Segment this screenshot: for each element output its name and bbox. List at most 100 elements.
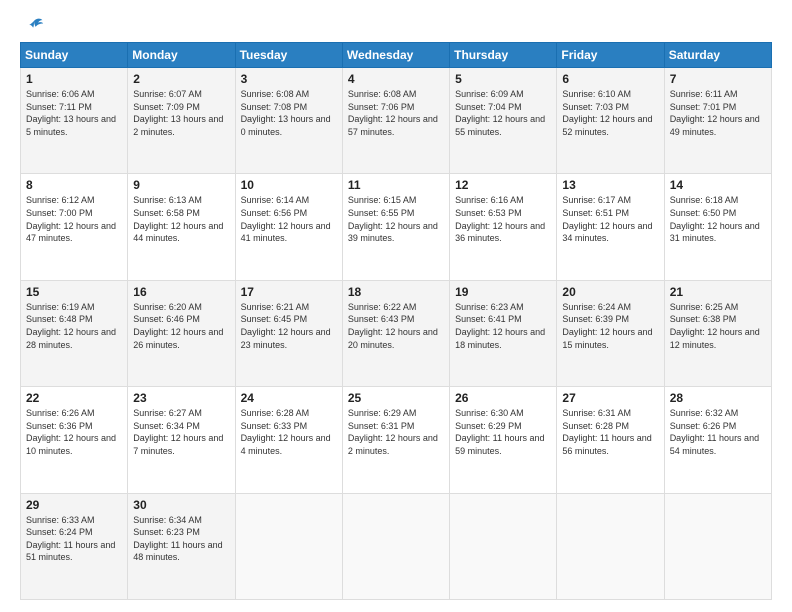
calendar-day-header: Monday: [128, 43, 235, 68]
day-info: Sunrise: 6:26 AMSunset: 6:36 PMDaylight:…: [26, 408, 116, 456]
day-number: 30: [133, 498, 229, 512]
day-info: Sunrise: 6:23 AMSunset: 6:41 PMDaylight:…: [455, 302, 545, 350]
calendar-week-row: 29 Sunrise: 6:33 AMSunset: 6:24 PMDaylig…: [21, 493, 772, 599]
day-info: Sunrise: 6:09 AMSunset: 7:04 PMDaylight:…: [455, 89, 545, 137]
day-info: Sunrise: 6:16 AMSunset: 6:53 PMDaylight:…: [455, 195, 545, 243]
day-number: 24: [241, 391, 337, 405]
calendar-cell: [450, 493, 557, 599]
calendar-cell: 18 Sunrise: 6:22 AMSunset: 6:43 PMDaylig…: [342, 280, 449, 386]
day-info: Sunrise: 6:13 AMSunset: 6:58 PMDaylight:…: [133, 195, 223, 243]
day-number: 10: [241, 178, 337, 192]
day-info: Sunrise: 6:22 AMSunset: 6:43 PMDaylight:…: [348, 302, 438, 350]
calendar-week-row: 1 Sunrise: 6:06 AMSunset: 7:11 PMDayligh…: [21, 68, 772, 174]
calendar-cell: 2 Sunrise: 6:07 AMSunset: 7:09 PMDayligh…: [128, 68, 235, 174]
day-number: 21: [670, 285, 766, 299]
calendar-week-row: 15 Sunrise: 6:19 AMSunset: 6:48 PMDaylig…: [21, 280, 772, 386]
day-info: Sunrise: 6:30 AMSunset: 6:29 PMDaylight:…: [455, 408, 544, 456]
day-number: 14: [670, 178, 766, 192]
day-info: Sunrise: 6:08 AMSunset: 7:08 PMDaylight:…: [241, 89, 331, 137]
day-info: Sunrise: 6:29 AMSunset: 6:31 PMDaylight:…: [348, 408, 438, 456]
calendar-cell: 29 Sunrise: 6:33 AMSunset: 6:24 PMDaylig…: [21, 493, 128, 599]
day-number: 8: [26, 178, 122, 192]
day-number: 17: [241, 285, 337, 299]
calendar-cell: [557, 493, 664, 599]
calendar-cell: 7 Sunrise: 6:11 AMSunset: 7:01 PMDayligh…: [664, 68, 771, 174]
calendar-cell: 15 Sunrise: 6:19 AMSunset: 6:48 PMDaylig…: [21, 280, 128, 386]
calendar-day-header: Wednesday: [342, 43, 449, 68]
day-number: 9: [133, 178, 229, 192]
day-number: 13: [562, 178, 658, 192]
calendar-cell: [664, 493, 771, 599]
day-number: 4: [348, 72, 444, 86]
calendar-cell: 5 Sunrise: 6:09 AMSunset: 7:04 PMDayligh…: [450, 68, 557, 174]
day-number: 7: [670, 72, 766, 86]
day-number: 5: [455, 72, 551, 86]
day-info: Sunrise: 6:17 AMSunset: 6:51 PMDaylight:…: [562, 195, 652, 243]
calendar-cell: 6 Sunrise: 6:10 AMSunset: 7:03 PMDayligh…: [557, 68, 664, 174]
day-info: Sunrise: 6:07 AMSunset: 7:09 PMDaylight:…: [133, 89, 223, 137]
day-number: 2: [133, 72, 229, 86]
day-info: Sunrise: 6:12 AMSunset: 7:00 PMDaylight:…: [26, 195, 116, 243]
calendar-cell: 13 Sunrise: 6:17 AMSunset: 6:51 PMDaylig…: [557, 174, 664, 280]
calendar-cell: 11 Sunrise: 6:15 AMSunset: 6:55 PMDaylig…: [342, 174, 449, 280]
day-number: 25: [348, 391, 444, 405]
day-info: Sunrise: 6:27 AMSunset: 6:34 PMDaylight:…: [133, 408, 223, 456]
calendar-cell: 25 Sunrise: 6:29 AMSunset: 6:31 PMDaylig…: [342, 387, 449, 493]
calendar-cell: 23 Sunrise: 6:27 AMSunset: 6:34 PMDaylig…: [128, 387, 235, 493]
day-number: 11: [348, 178, 444, 192]
day-info: Sunrise: 6:24 AMSunset: 6:39 PMDaylight:…: [562, 302, 652, 350]
day-info: Sunrise: 6:06 AMSunset: 7:11 PMDaylight:…: [26, 89, 116, 137]
calendar-cell: 8 Sunrise: 6:12 AMSunset: 7:00 PMDayligh…: [21, 174, 128, 280]
calendar-cell: 28 Sunrise: 6:32 AMSunset: 6:26 PMDaylig…: [664, 387, 771, 493]
calendar-cell: 30 Sunrise: 6:34 AMSunset: 6:23 PMDaylig…: [128, 493, 235, 599]
day-number: 23: [133, 391, 229, 405]
day-number: 18: [348, 285, 444, 299]
day-number: 6: [562, 72, 658, 86]
day-info: Sunrise: 6:20 AMSunset: 6:46 PMDaylight:…: [133, 302, 223, 350]
logo: [20, 16, 44, 32]
day-info: Sunrise: 6:21 AMSunset: 6:45 PMDaylight:…: [241, 302, 331, 350]
day-info: Sunrise: 6:31 AMSunset: 6:28 PMDaylight:…: [562, 408, 651, 456]
day-info: Sunrise: 6:28 AMSunset: 6:33 PMDaylight:…: [241, 408, 331, 456]
day-info: Sunrise: 6:32 AMSunset: 6:26 PMDaylight:…: [670, 408, 759, 456]
calendar-cell: 14 Sunrise: 6:18 AMSunset: 6:50 PMDaylig…: [664, 174, 771, 280]
calendar-cell: [235, 493, 342, 599]
calendar-cell: 22 Sunrise: 6:26 AMSunset: 6:36 PMDaylig…: [21, 387, 128, 493]
calendar-day-header: Thursday: [450, 43, 557, 68]
calendar-week-row: 8 Sunrise: 6:12 AMSunset: 7:00 PMDayligh…: [21, 174, 772, 280]
calendar-day-header: Friday: [557, 43, 664, 68]
calendar-day-header: Sunday: [21, 43, 128, 68]
day-number: 19: [455, 285, 551, 299]
day-info: Sunrise: 6:19 AMSunset: 6:48 PMDaylight:…: [26, 302, 116, 350]
logo-bird-icon: [24, 16, 44, 36]
calendar-cell: 1 Sunrise: 6:06 AMSunset: 7:11 PMDayligh…: [21, 68, 128, 174]
calendar-week-row: 22 Sunrise: 6:26 AMSunset: 6:36 PMDaylig…: [21, 387, 772, 493]
day-number: 16: [133, 285, 229, 299]
day-info: Sunrise: 6:34 AMSunset: 6:23 PMDaylight:…: [133, 515, 222, 563]
calendar-cell: 16 Sunrise: 6:20 AMSunset: 6:46 PMDaylig…: [128, 280, 235, 386]
day-number: 26: [455, 391, 551, 405]
calendar-cell: 24 Sunrise: 6:28 AMSunset: 6:33 PMDaylig…: [235, 387, 342, 493]
calendar-cell: [342, 493, 449, 599]
day-number: 12: [455, 178, 551, 192]
day-number: 27: [562, 391, 658, 405]
day-number: 15: [26, 285, 122, 299]
calendar-table: SundayMondayTuesdayWednesdayThursdayFrid…: [20, 42, 772, 600]
day-info: Sunrise: 6:15 AMSunset: 6:55 PMDaylight:…: [348, 195, 438, 243]
day-info: Sunrise: 6:11 AMSunset: 7:01 PMDaylight:…: [670, 89, 760, 137]
calendar-cell: 10 Sunrise: 6:14 AMSunset: 6:56 PMDaylig…: [235, 174, 342, 280]
day-info: Sunrise: 6:33 AMSunset: 6:24 PMDaylight:…: [26, 515, 115, 563]
header: [20, 16, 772, 32]
calendar-day-header: Tuesday: [235, 43, 342, 68]
day-info: Sunrise: 6:25 AMSunset: 6:38 PMDaylight:…: [670, 302, 760, 350]
calendar-cell: 12 Sunrise: 6:16 AMSunset: 6:53 PMDaylig…: [450, 174, 557, 280]
calendar-cell: 26 Sunrise: 6:30 AMSunset: 6:29 PMDaylig…: [450, 387, 557, 493]
calendar-cell: 3 Sunrise: 6:08 AMSunset: 7:08 PMDayligh…: [235, 68, 342, 174]
calendar-header-row: SundayMondayTuesdayWednesdayThursdayFrid…: [21, 43, 772, 68]
page: SundayMondayTuesdayWednesdayThursdayFrid…: [0, 0, 792, 612]
calendar-cell: 17 Sunrise: 6:21 AMSunset: 6:45 PMDaylig…: [235, 280, 342, 386]
day-number: 22: [26, 391, 122, 405]
calendar-cell: 19 Sunrise: 6:23 AMSunset: 6:41 PMDaylig…: [450, 280, 557, 386]
calendar-cell: 20 Sunrise: 6:24 AMSunset: 6:39 PMDaylig…: [557, 280, 664, 386]
day-number: 29: [26, 498, 122, 512]
